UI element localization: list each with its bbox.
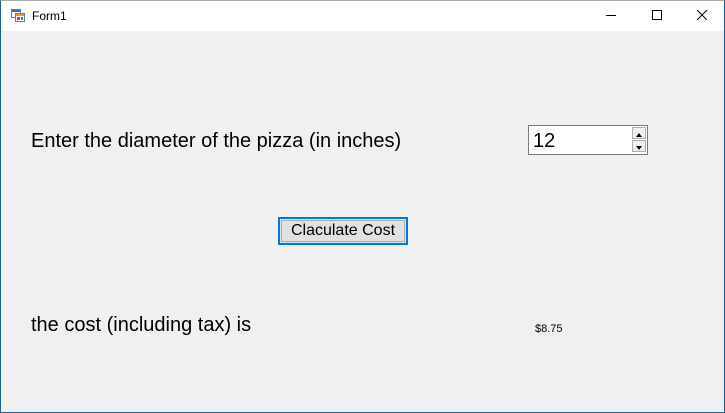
winforms-app-icon <box>11 9 25 22</box>
close-button[interactable] <box>679 1 724 31</box>
diameter-value[interactable]: 12 <box>533 129 555 153</box>
minimize-icon <box>605 7 616 25</box>
maximize-button[interactable] <box>634 1 679 31</box>
spin-down-button[interactable] <box>632 140 646 152</box>
form1-window: Form1 Enter the diameter of the pizza (i… <box>0 0 725 413</box>
diameter-numeric-updown[interactable]: 12 <box>528 125 648 155</box>
cost-value: $8.75 <box>535 323 563 335</box>
form-client-area: Enter the diameter of the pizza (in inch… <box>1 31 724 412</box>
diameter-label: Enter the diameter of the pizza (in inch… <box>31 130 402 152</box>
window-title: Form1 <box>32 9 67 23</box>
close-icon <box>696 7 707 25</box>
spin-down-icon <box>636 137 642 155</box>
minimize-button[interactable] <box>588 1 633 31</box>
calculate-cost-button[interactable]: Claculate Cost <box>278 217 408 245</box>
cost-label: the cost (including tax) is <box>31 314 252 336</box>
maximize-icon <box>651 7 662 25</box>
calculate-cost-label: Claculate Cost <box>281 220 405 242</box>
title-bar[interactable]: Form1 <box>1 1 724 31</box>
